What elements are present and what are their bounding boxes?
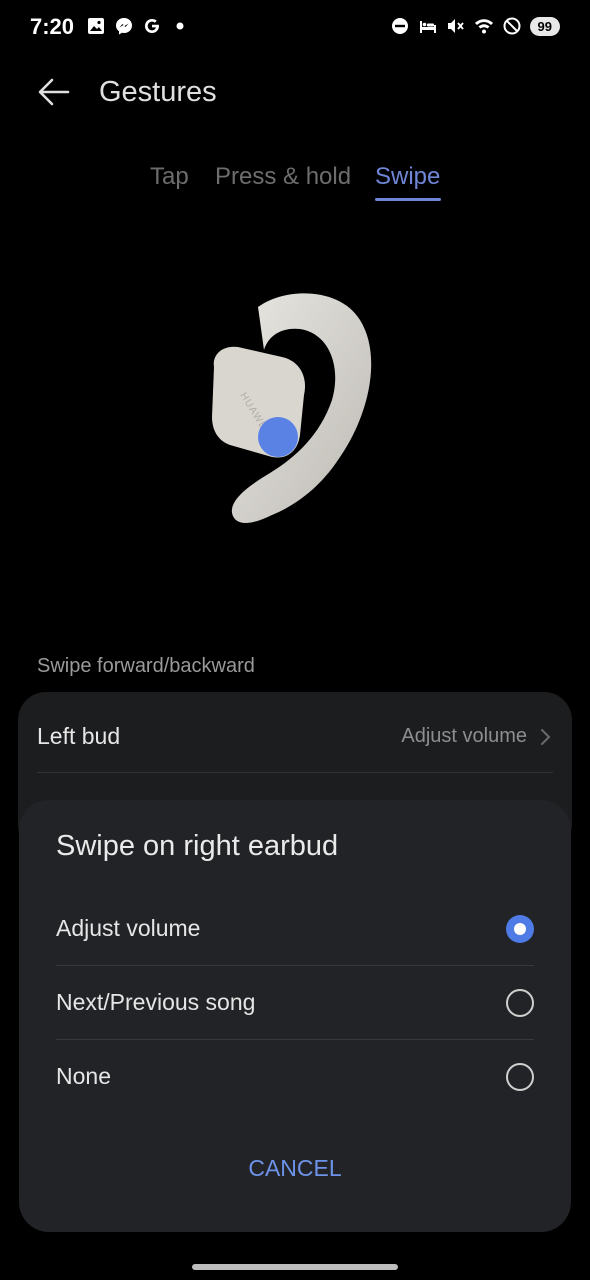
option-adjust-volume[interactable]: Adjust volume — [56, 892, 534, 966]
radio-unchecked-icon[interactable] — [506, 1063, 534, 1091]
messenger-icon — [116, 18, 132, 35]
battery-level: 99 — [529, 16, 560, 36]
option-next-previous-song[interactable]: Next/Previous song — [56, 966, 534, 1040]
status-time: 7:20 — [30, 14, 75, 39]
mute-icon — [447, 19, 464, 33]
tab-swipe[interactable]: Swipe — [375, 163, 440, 191]
gesture-nav-handle[interactable] — [192, 1264, 398, 1270]
system-icons: 99 — [390, 16, 560, 36]
row-divider — [37, 772, 553, 773]
touch-point-indicator — [258, 417, 298, 457]
swipe-right-dialog: Swipe on right earbud Adjust volume Next… — [19, 800, 571, 1232]
notification-icons — [86, 16, 190, 36]
gallery-icon — [88, 18, 104, 34]
wifi-icon — [474, 19, 493, 34]
dialog-title: Swipe on right earbud — [56, 830, 339, 862]
tab-press-hold[interactable]: Press & hold — [215, 163, 351, 191]
cancel-button[interactable]: CANCEL — [19, 1155, 571, 1182]
bed-icon — [419, 21, 436, 33]
option-none[interactable]: None — [56, 1040, 534, 1114]
block-icon — [503, 17, 521, 35]
active-tab-indicator — [375, 198, 441, 201]
dot-icon — [176, 22, 184, 30]
left-bud-row[interactable]: Left bud Adjust volume — [37, 692, 553, 772]
page-title: Gestures — [99, 76, 217, 108]
left-bud-value: Adjust volume — [401, 725, 527, 747]
option-label: Next/Previous song — [56, 989, 256, 1015]
google-icon — [145, 19, 159, 33]
gesture-tabs: Tap Press & hold Swipe — [0, 160, 590, 210]
dnd-icon — [391, 18, 408, 34]
radio-unchecked-icon[interactable] — [506, 989, 534, 1017]
earbud-image: HUAWEI — [212, 293, 372, 523]
tab-tap[interactable]: Tap — [150, 163, 189, 191]
back-arrow-icon[interactable] — [34, 72, 74, 112]
chevron-right-icon — [541, 729, 551, 745]
app-bar: Gestures — [0, 58, 590, 128]
left-bud-label: Left bud — [37, 723, 121, 749]
status-bar: 7:20 99 — [0, 0, 590, 58]
section-label: Swipe forward/backward — [37, 655, 255, 677]
option-label: Adjust volume — [56, 915, 201, 941]
radio-checked-icon[interactable] — [506, 915, 534, 943]
option-label: None — [56, 1063, 111, 1089]
